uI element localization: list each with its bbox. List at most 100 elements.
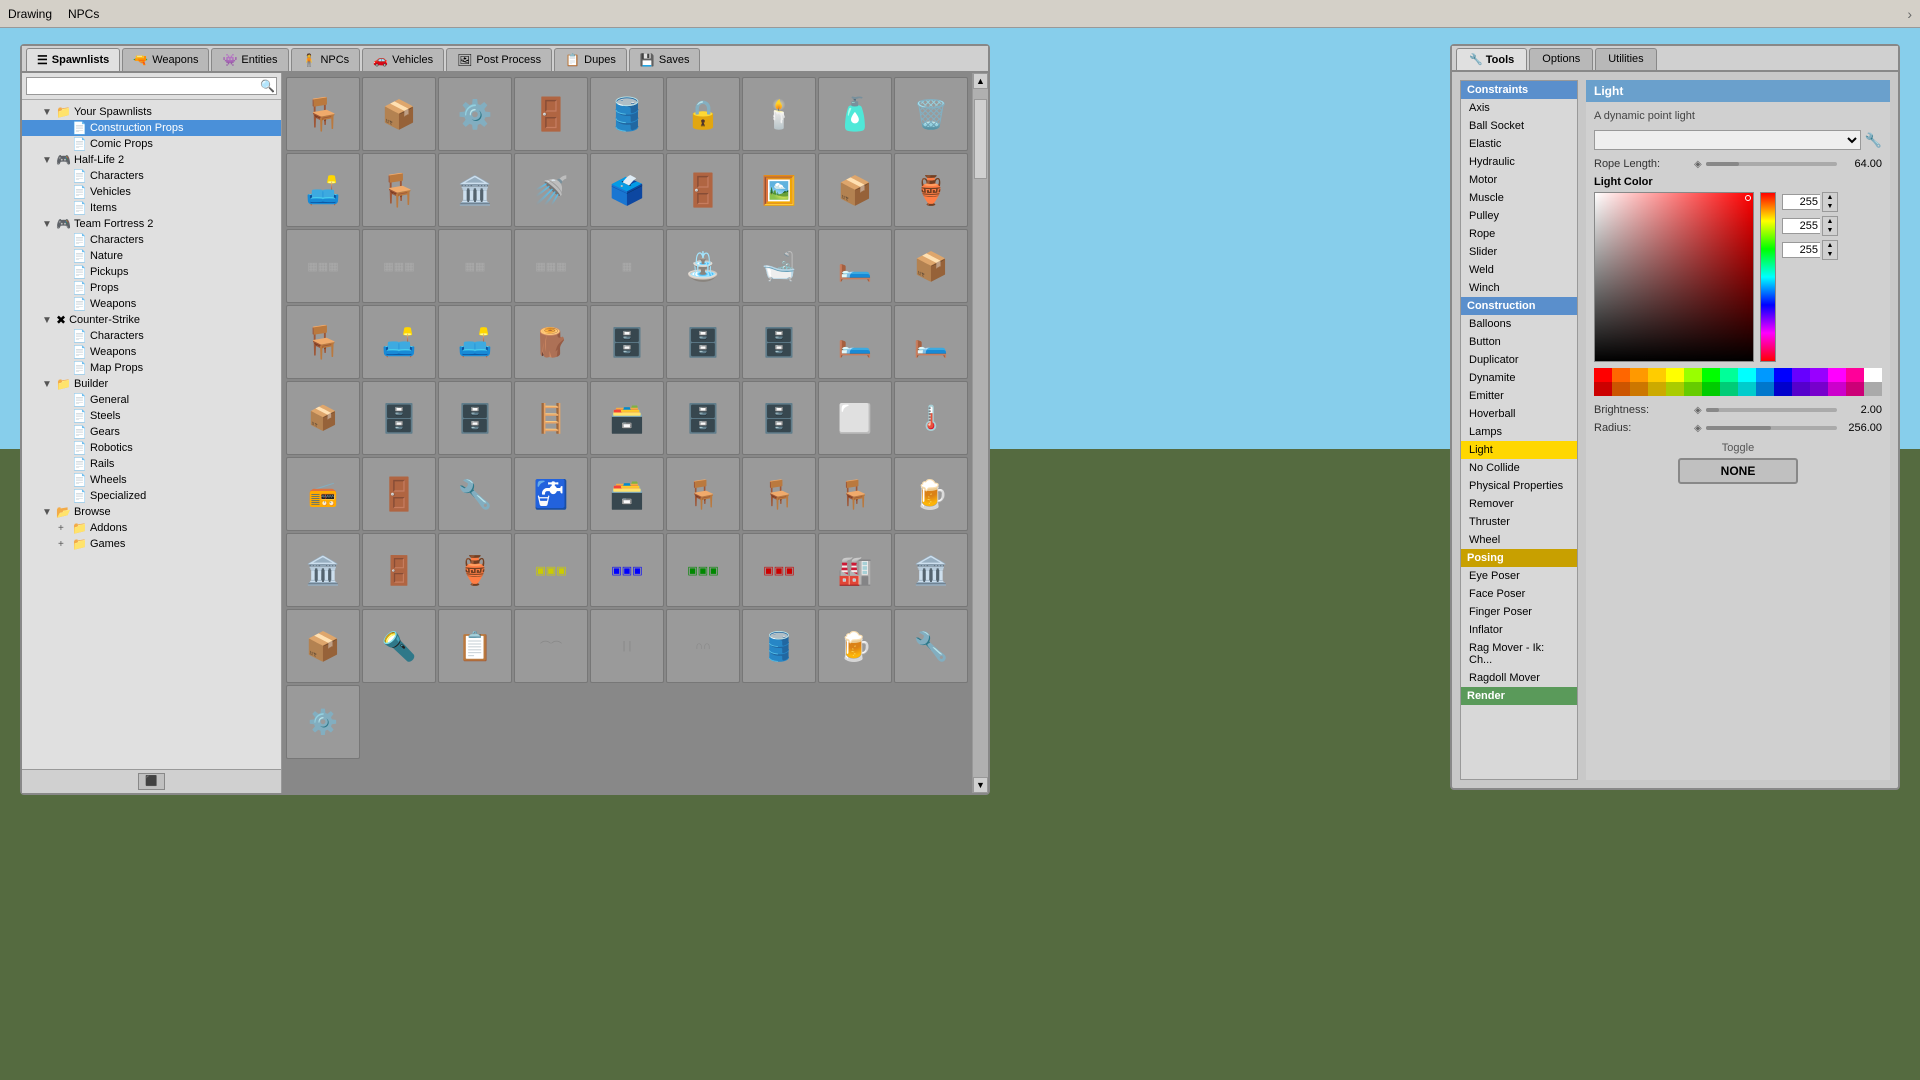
swatch-magenta[interactable] xyxy=(1828,368,1846,382)
tree-builder-specialized[interactable]: 📄 Specialized xyxy=(22,488,281,504)
swatch-brown-orange[interactable] xyxy=(1630,382,1648,396)
list-item[interactable]: 🪑 xyxy=(286,77,360,151)
color-r-down[interactable]: ▼ xyxy=(1823,202,1837,211)
tree-hl2-items[interactable]: 📄 Items xyxy=(22,200,281,216)
swatch-pink[interactable] xyxy=(1846,368,1864,382)
constraint-muscle[interactable]: Muscle xyxy=(1461,189,1577,207)
list-item[interactable]: 🗄️ xyxy=(438,381,512,455)
list-item[interactable]: 🗃️ xyxy=(590,457,664,531)
tree-tf2-props[interactable]: 📄 Props xyxy=(22,280,281,296)
list-item[interactable]: 🪑 xyxy=(742,457,816,531)
list-item[interactable]: 🛁 xyxy=(742,229,816,303)
swatch-lime[interactable] xyxy=(1684,382,1702,396)
list-item[interactable]: 📦 xyxy=(286,609,360,683)
tab-tools[interactable]: 🔧 Tools xyxy=(1456,48,1527,70)
list-item[interactable]: 🪜 xyxy=(514,381,588,455)
tree-tf2-pickups[interactable]: 📄 Pickups xyxy=(22,264,281,280)
construction-thruster[interactable]: Thruster xyxy=(1461,513,1577,531)
posing-finger-poser[interactable]: Finger Poser xyxy=(1461,603,1577,621)
constraint-weld[interactable]: Weld xyxy=(1461,261,1577,279)
list-item[interactable]: 🌡️ xyxy=(894,381,968,455)
list-item[interactable]: 🧴 xyxy=(818,77,892,151)
search-input[interactable] xyxy=(26,77,277,95)
list-item[interactable]: ▣▣▣ xyxy=(742,533,816,607)
tree-tf2-weapons[interactable]: 📄 Weapons xyxy=(22,296,281,312)
list-item[interactable]: | | xyxy=(590,609,664,683)
tree-tf2[interactable]: ▼ 🎮 Team Fortress 2 xyxy=(22,216,281,232)
color-b-input[interactable] xyxy=(1782,242,1820,258)
list-item[interactable]: ▣▣▣ xyxy=(666,533,740,607)
swatch-sky-blue[interactable] xyxy=(1756,368,1774,382)
constraint-elastic[interactable]: Elastic xyxy=(1461,135,1577,153)
tree-your-spawnlists[interactable]: ▼ 📁 Your Spawnlists xyxy=(22,104,281,120)
scroll-up-arrow[interactable]: ▲ xyxy=(973,73,988,89)
list-item[interactable]: ⚙️ xyxy=(286,685,360,759)
tree-builder-general[interactable]: 📄 General xyxy=(22,392,281,408)
tree-builder-robotics[interactable]: 📄 Robotics xyxy=(22,440,281,456)
swatch-yellow-orange[interactable] xyxy=(1648,368,1666,382)
posing-face-poser[interactable]: Face Poser xyxy=(1461,585,1577,603)
swatch-dark-purple[interactable] xyxy=(1810,382,1828,396)
list-item[interactable]: 🏭 xyxy=(818,533,892,607)
swatch-dark-red[interactable] xyxy=(1594,382,1612,396)
list-item[interactable]: 🪑 xyxy=(362,153,436,227)
list-item[interactable]: 🔧 xyxy=(894,609,968,683)
list-item[interactable]: 🛋️ xyxy=(438,305,512,379)
list-item[interactable]: 🛋️ xyxy=(362,305,436,379)
swatch-green[interactable] xyxy=(1702,368,1720,382)
list-item[interactable]: 🚪 xyxy=(362,533,436,607)
list-item[interactable]: 🪵 xyxy=(514,305,588,379)
constraint-hydraulic[interactable]: Hydraulic xyxy=(1461,153,1577,171)
swatch-dark-yellow[interactable] xyxy=(1648,382,1666,396)
brightness-track[interactable] xyxy=(1706,408,1837,412)
swatch-medium-teal[interactable] xyxy=(1720,382,1738,396)
list-item[interactable]: 📦 xyxy=(286,381,360,455)
swatch-white[interactable] xyxy=(1864,368,1882,382)
tab-utilities[interactable]: Utilities xyxy=(1595,48,1656,70)
tree-hl2[interactable]: ▼ 🎮 Half-Life 2 xyxy=(22,152,281,168)
list-item[interactable]: 🗄️ xyxy=(742,381,816,455)
tree-cs[interactable]: ▼ ✖ Counter-Strike xyxy=(22,312,281,328)
color-g-up[interactable]: ▲ xyxy=(1823,217,1837,226)
list-item[interactable]: ▦▦▦ xyxy=(362,229,436,303)
list-item[interactable]: ▦▦▦ xyxy=(286,229,360,303)
hue-slider[interactable] xyxy=(1760,192,1776,362)
list-item[interactable]: 🚰 xyxy=(514,457,588,531)
list-item[interactable]: ▦ xyxy=(590,229,664,303)
tab-dupes[interactable]: 📋 Dupes xyxy=(554,48,627,71)
construction-light[interactable]: Light xyxy=(1461,441,1577,459)
swatch-dark-orange[interactable] xyxy=(1612,382,1630,396)
swatch-purple[interactable] xyxy=(1810,368,1828,382)
swatch-orange[interactable] xyxy=(1630,368,1648,382)
tree-builder-gears[interactable]: 📄 Gears xyxy=(22,424,281,440)
eyedropper-icon[interactable]: 🔧 xyxy=(1865,132,1882,149)
list-item[interactable]: 🚪 xyxy=(666,153,740,227)
color-g-input[interactable] xyxy=(1782,218,1820,234)
swatch-cyan[interactable] xyxy=(1738,368,1756,382)
constraint-rope[interactable]: Rope xyxy=(1461,225,1577,243)
radius-track[interactable] xyxy=(1706,426,1837,430)
list-item[interactable]: 🗄️ xyxy=(666,305,740,379)
swatch-blue[interactable] xyxy=(1774,368,1792,382)
swatch-dark-cyan[interactable] xyxy=(1738,382,1756,396)
swatch-blue-purple[interactable] xyxy=(1792,368,1810,382)
swatch-dark-green[interactable] xyxy=(1702,382,1720,396)
list-item[interactable]: 📦 xyxy=(818,153,892,227)
menu-expand-arrow[interactable]: › xyxy=(1907,6,1912,22)
swatch-indigo[interactable] xyxy=(1792,382,1810,396)
tree-tf2-characters[interactable]: 📄 Characters xyxy=(22,232,281,248)
color-b-down[interactable]: ▼ xyxy=(1823,250,1837,259)
slider-track[interactable] xyxy=(1706,162,1837,166)
tree-cs-weapons[interactable]: 📄 Weapons xyxy=(22,344,281,360)
list-item[interactable]: 🔧 xyxy=(438,457,512,531)
tree-cs-mapprops[interactable]: 📄 Map Props xyxy=(22,360,281,376)
swatch-yellow[interactable] xyxy=(1666,368,1684,382)
list-item[interactable]: ∩∩ xyxy=(666,609,740,683)
color-r-up[interactable]: ▲ xyxy=(1823,193,1837,202)
drawing-menu[interactable]: Drawing xyxy=(8,7,52,21)
list-item[interactable]: 🏛️ xyxy=(286,533,360,607)
tree-construction-props[interactable]: 📄 Construction Props xyxy=(22,120,281,136)
tree-tf2-nature[interactable]: 📄 Nature xyxy=(22,248,281,264)
list-item[interactable]: ▦▦▦ xyxy=(514,229,588,303)
list-item[interactable]: 📦 xyxy=(894,229,968,303)
